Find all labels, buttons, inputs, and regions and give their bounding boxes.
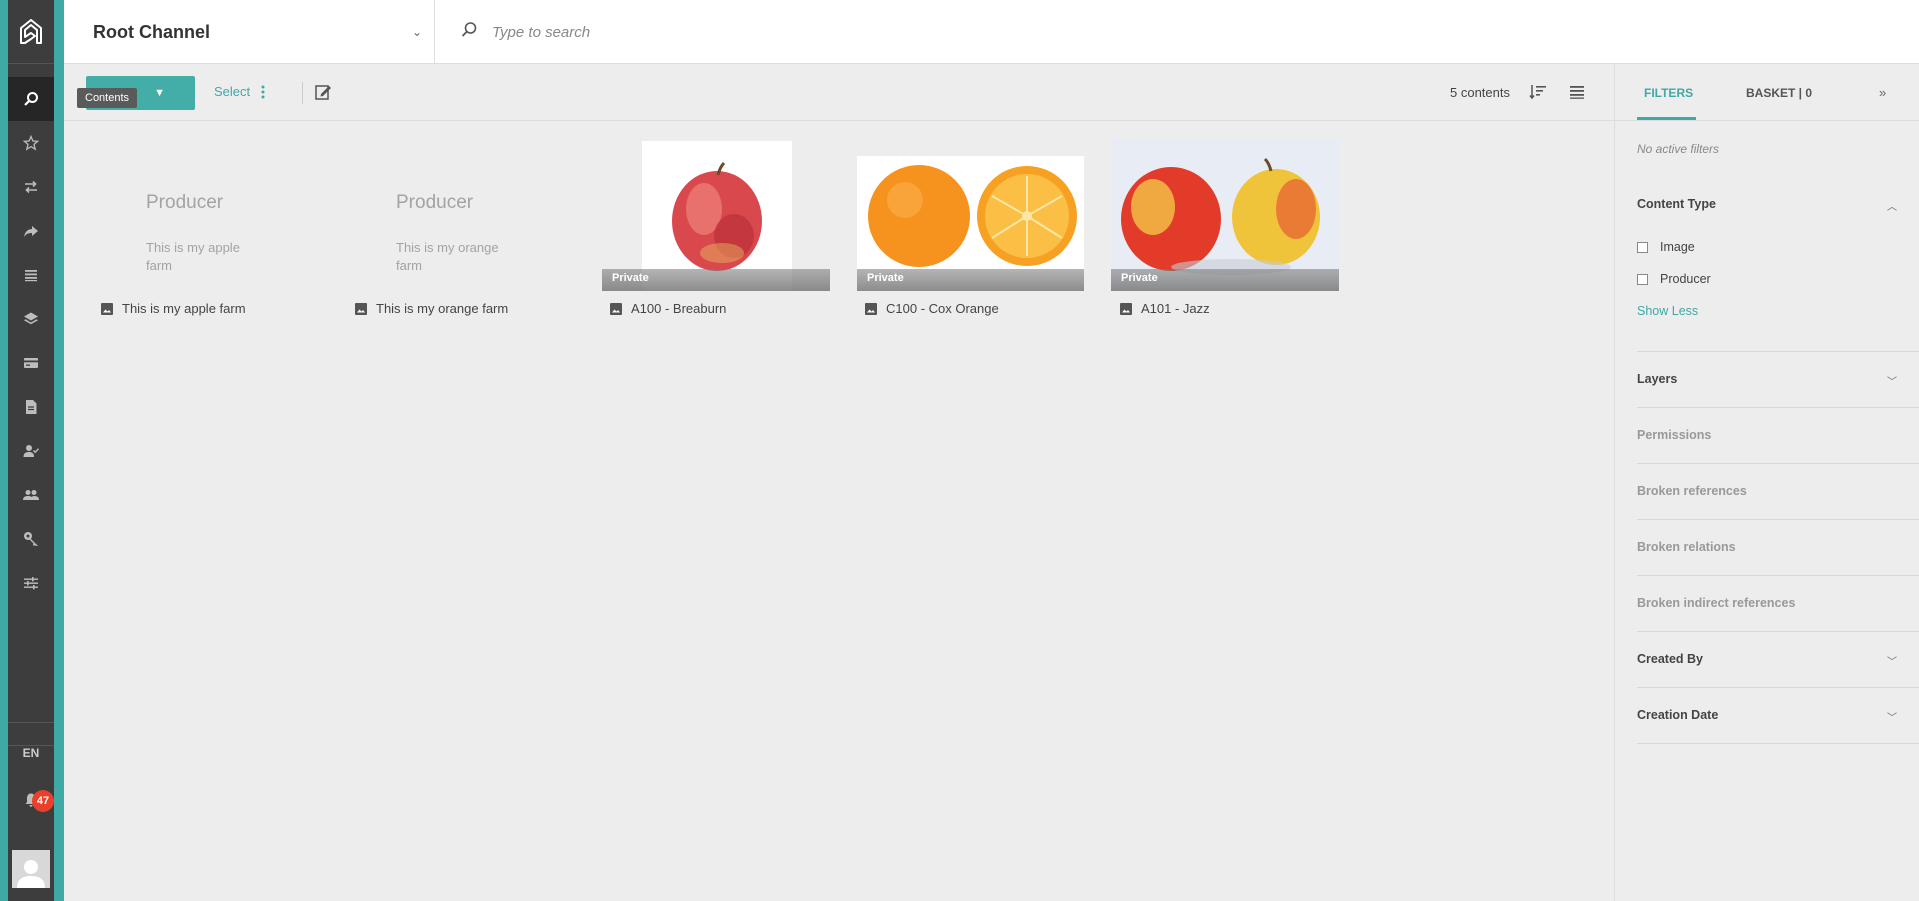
- status-badge: Private: [1111, 269, 1339, 291]
- card-title: Producer: [146, 192, 224, 213]
- card-caption[interactable]: This is my apple farm: [101, 301, 246, 316]
- channel-title: Root Channel: [93, 21, 210, 42]
- content-card-image[interactable]: Private: [1111, 139, 1339, 291]
- section-broken-indirect-references[interactable]: Broken indirect references: [1637, 596, 1795, 610]
- chevron-down-icon[interactable]: ﹀: [1887, 709, 1897, 724]
- caption-text: C100 - Cox Orange: [886, 301, 999, 316]
- card-caption[interactable]: C100 - Cox Orange: [865, 301, 999, 316]
- section-created-by[interactable]: Created By: [1637, 652, 1703, 666]
- top-bar: Root Channel ⌄: [64, 0, 1919, 64]
- image-icon: [865, 302, 877, 315]
- nav-list-icon[interactable]: [8, 253, 54, 297]
- image-icon: [610, 302, 622, 315]
- filter-option-image[interactable]: Image: [1637, 240, 1695, 254]
- caption-text: This is my orange farm: [376, 301, 509, 316]
- content-count: 5 contents: [1450, 85, 1510, 100]
- chevron-down-icon[interactable]: ﹀: [1887, 373, 1897, 388]
- toolbar-divider: [302, 82, 303, 104]
- card-title: Producer: [396, 192, 474, 213]
- nav-layers-icon[interactable]: [8, 297, 54, 341]
- section-permissions[interactable]: Permissions: [1637, 428, 1711, 442]
- chevron-down-icon: ⌄: [411, 25, 422, 39]
- panel-divider: [1615, 120, 1919, 121]
- content-toolbar: ▼ Select 5 contents: [64, 64, 1614, 121]
- section-divider: [1637, 519, 1919, 520]
- no-active-filters: No active filters: [1637, 142, 1720, 156]
- bulk-edit-icon[interactable]: [314, 83, 332, 101]
- sidebar-divider: [8, 722, 54, 723]
- section-content-type[interactable]: Content Type: [1637, 197, 1716, 211]
- card-caption[interactable]: A101 - Jazz: [1120, 301, 1210, 316]
- channel-selector[interactable]: Root Channel ⌄: [64, 0, 435, 64]
- caption-text: This is my apple farm: [122, 301, 246, 316]
- sidebar: EN 47: [0, 0, 64, 901]
- section-divider: [1637, 687, 1919, 688]
- image-icon: [1120, 302, 1132, 315]
- nav-star-icon[interactable]: [8, 121, 54, 165]
- checkbox[interactable]: [1637, 241, 1648, 253]
- language-selector[interactable]: EN: [8, 745, 54, 760]
- nav-share-icon[interactable]: [8, 209, 54, 253]
- section-divider: [1637, 407, 1919, 408]
- card-caption[interactable]: A100 - Breaburn: [610, 301, 726, 316]
- sort-icon[interactable]: [1529, 84, 1547, 100]
- sidebar-nav: EN 47: [8, 0, 54, 901]
- section-creation-date[interactable]: Creation Date: [1637, 708, 1718, 722]
- nav-key-icon[interactable]: [8, 517, 54, 561]
- card-description: This is my orange farm: [396, 240, 499, 273]
- nav-settings-icon[interactable]: [8, 561, 54, 605]
- nav-card-icon[interactable]: [8, 341, 54, 385]
- collapse-panel-icon[interactable]: »: [1879, 85, 1886, 100]
- user-icon: [17, 860, 45, 888]
- notifications-button[interactable]: 47: [8, 785, 54, 815]
- notification-badge: 47: [32, 790, 54, 812]
- more-vertical-icon[interactable]: [261, 85, 265, 99]
- nav-document-icon[interactable]: [8, 385, 54, 429]
- chevron-up-icon[interactable]: ︿: [1887, 198, 1897, 213]
- content-card-producer[interactable]: Producer This is my orange farm: [351, 152, 551, 302]
- status-badge: Private: [857, 269, 1084, 291]
- search-icon: [461, 22, 477, 37]
- option-label: Image: [1660, 240, 1695, 254]
- tooltip: Contents: [77, 88, 138, 108]
- section-broken-references[interactable]: Broken references: [1637, 484, 1747, 498]
- card-description: This is my apple farm: [146, 240, 240, 273]
- status-badge: Private: [602, 269, 830, 291]
- list-view-icon[interactable]: [1568, 84, 1586, 100]
- show-less-link[interactable]: Show Less: [1637, 304, 1698, 318]
- section-broken-relations[interactable]: Broken relations: [1637, 540, 1736, 554]
- filter-panel: FILTERS BASKET | 0 » No active filters C…: [1614, 64, 1919, 901]
- image-icon: [101, 302, 113, 315]
- search-input[interactable]: [492, 16, 1092, 48]
- filter-option-producer[interactable]: Producer: [1637, 272, 1711, 286]
- caption-text: A101 - Jazz: [1141, 301, 1210, 316]
- section-divider: [1637, 631, 1919, 632]
- option-label: Producer: [1660, 272, 1711, 286]
- section-layers[interactable]: Layers: [1637, 372, 1677, 386]
- section-divider: [1637, 743, 1919, 744]
- card-caption[interactable]: This is my orange farm: [355, 301, 508, 316]
- nav-groups-icon[interactable]: [8, 473, 54, 517]
- section-divider: [1637, 351, 1919, 352]
- logo-icon[interactable]: [8, 0, 54, 64]
- tab-filters[interactable]: FILTERS: [1644, 86, 1693, 100]
- avatar[interactable]: [12, 850, 50, 888]
- content-card-image[interactable]: Private: [857, 139, 1084, 291]
- caption-text: A100 - Breaburn: [631, 301, 727, 316]
- chevron-down-icon[interactable]: ﹀: [1887, 653, 1897, 668]
- image-icon: [355, 302, 367, 315]
- section-divider: [1637, 463, 1919, 464]
- chevron-down-icon: ▼: [154, 87, 165, 99]
- nav-search-icon[interactable]: [8, 77, 54, 121]
- content-card-producer[interactable]: Producer This is my apple farm: [101, 152, 301, 302]
- content-card-image[interactable]: Private: [602, 139, 830, 291]
- checkbox[interactable]: [1637, 273, 1648, 285]
- section-divider: [1637, 575, 1919, 576]
- tab-basket[interactable]: BASKET | 0: [1746, 86, 1812, 100]
- select-button[interactable]: Select: [214, 84, 250, 99]
- nav-user-check-icon[interactable]: [8, 429, 54, 473]
- nav-transfer-icon[interactable]: [8, 165, 54, 209]
